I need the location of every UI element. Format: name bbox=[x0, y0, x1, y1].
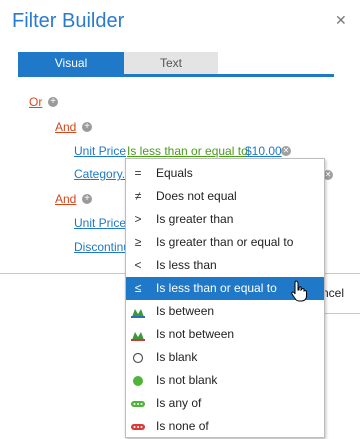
menu-item-label: Is any of bbox=[156, 396, 202, 410]
condition-field-unit-price-2[interactable]: Unit Price bbox=[74, 216, 126, 230]
between-icon bbox=[130, 300, 146, 323]
not-blank-icon bbox=[130, 369, 146, 392]
group-op-and-2[interactable]: And bbox=[55, 192, 76, 206]
condition-value[interactable]: $10.00 bbox=[245, 144, 282, 158]
tab-visual[interactable]: Visual bbox=[18, 52, 124, 74]
tab-text[interactable]: Text bbox=[124, 52, 218, 74]
menu-item-not-between[interactable]: Is not between bbox=[126, 323, 324, 346]
less-equal-icon: ≤ bbox=[134, 281, 142, 295]
menu-item-label: Is greater than bbox=[156, 212, 234, 226]
menu-item-label: Is not between bbox=[156, 327, 235, 341]
hand-cursor-icon bbox=[290, 280, 310, 307]
group-op-and-1[interactable]: And bbox=[55, 120, 76, 134]
menu-item-label: Is between bbox=[156, 304, 215, 318]
equals-icon: = bbox=[134, 166, 142, 180]
condition-field-category[interactable]: Category... bbox=[74, 167, 132, 181]
condition-field-discontinued[interactable]: Discontinu bbox=[74, 240, 130, 254]
menu-item-blank[interactable]: Is blank bbox=[126, 346, 324, 369]
not-equal-icon: ≠ bbox=[134, 189, 142, 203]
menu-item-label: Is greater than or equal to bbox=[156, 235, 294, 249]
greater-equal-icon: ≥ bbox=[134, 235, 142, 249]
menu-item-less-than[interactable]: < Is less than bbox=[126, 254, 324, 277]
menu-item-label: Is blank bbox=[156, 350, 198, 364]
menu-item-label: Is less than or equal to bbox=[156, 281, 277, 295]
greater-than-icon: > bbox=[134, 212, 142, 226]
menu-item-label: Is not blank bbox=[156, 373, 218, 387]
menu-item-does-not-equal[interactable]: ≠ Does not equal bbox=[126, 185, 324, 208]
menu-item-greater-equal[interactable]: ≥ Is greater than or equal to bbox=[126, 231, 324, 254]
tab-underline bbox=[18, 74, 334, 77]
cancel-button[interactable]: ncel bbox=[322, 286, 344, 300]
menu-item-none-of[interactable]: Is none of bbox=[126, 415, 324, 438]
remove-condition-icon[interactable]: ✕ bbox=[281, 146, 291, 156]
footer-divider bbox=[0, 273, 130, 274]
add-condition-icon[interactable]: + bbox=[82, 122, 92, 132]
none-of-icon bbox=[130, 415, 146, 438]
footer-divider bbox=[322, 273, 360, 274]
add-condition-icon[interactable]: + bbox=[48, 97, 58, 107]
menu-item-label: Is less than bbox=[156, 258, 217, 272]
close-icon[interactable]: ✕ bbox=[335, 12, 347, 29]
menu-item-label: Does not equal bbox=[156, 189, 237, 203]
group-op-or[interactable]: Or bbox=[29, 95, 42, 109]
less-than-icon: < bbox=[134, 258, 142, 272]
menu-item-label: Equals bbox=[156, 166, 193, 180]
menu-item-equals[interactable]: = Equals bbox=[126, 162, 324, 185]
dialog-title: Filter Builder bbox=[12, 10, 125, 32]
any-of-icon bbox=[130, 392, 146, 415]
not-between-icon bbox=[130, 323, 146, 346]
condition-operator[interactable]: Is less than or equal to bbox=[127, 144, 248, 158]
menu-item-not-blank[interactable]: Is not blank bbox=[126, 369, 324, 392]
menu-item-any-of[interactable]: Is any of bbox=[126, 392, 324, 415]
menu-item-label: Is none of bbox=[156, 419, 209, 433]
blank-icon bbox=[130, 346, 146, 369]
condition-field-unit-price[interactable]: Unit Price bbox=[74, 144, 126, 158]
add-condition-icon[interactable]: + bbox=[82, 194, 92, 204]
menu-item-greater-than[interactable]: > Is greater than bbox=[126, 208, 324, 231]
footer-divider bbox=[322, 313, 360, 314]
